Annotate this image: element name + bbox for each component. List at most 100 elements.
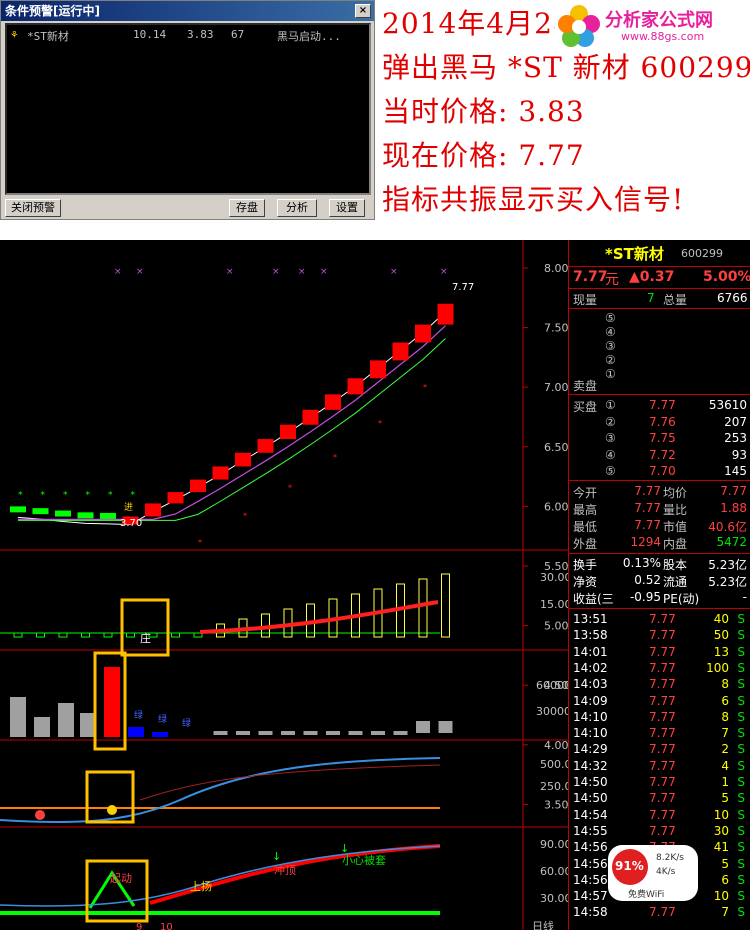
stat2-row-cell: PE(动) — [663, 592, 700, 606]
top-label: 冲顶 — [274, 863, 296, 877]
tick-row-cell: 14:55 — [573, 823, 608, 838]
analyze-button[interactable]: 分析 — [277, 199, 317, 217]
logo-url: www.88gs.com — [621, 30, 705, 43]
headline-now-price: 现在价格: 7.77 — [382, 139, 585, 172]
flower-logo-icon — [558, 5, 600, 47]
stat2-row-cell: 0.52 — [634, 573, 661, 587]
stat-row-cell: 7.77 — [634, 484, 661, 498]
tick-row-cell: 10 — [713, 807, 729, 822]
tick-row-cell: S — [737, 905, 745, 920]
caution-label: 小心被套 — [342, 854, 386, 867]
candle-down — [10, 506, 26, 513]
volume-bar — [371, 731, 385, 735]
last-price: 7.77 — [573, 269, 608, 285]
stat2-row-cell: -0.95 — [629, 590, 661, 604]
top-x-marker: × — [440, 267, 448, 277]
volume-bar — [104, 667, 120, 737]
price-change: ▲0.37 — [629, 269, 675, 285]
pct-change: 5.00% — [703, 269, 750, 285]
close-alert-button[interactable]: 关闭预警 — [5, 199, 61, 217]
tick-row-cell: 13:51 — [573, 612, 608, 626]
volume-bar — [258, 731, 273, 735]
save-button[interactable]: 存盘 — [229, 199, 265, 217]
bid-row: ⑤ 7.70 145 — [569, 463, 750, 481]
stat-row-cell: 市值 — [663, 520, 688, 534]
tick-row: 13:58 7.77 50 S — [569, 627, 750, 645]
candle-up — [190, 479, 206, 493]
tick-row: 14:58 7.77 7 S — [569, 904, 750, 922]
upload-speed: 8.2K/s — [656, 853, 684, 863]
alert-window-title: 条件预警[运行中] × — [1, 1, 374, 21]
rise-label: 上扬 — [190, 879, 212, 893]
ind1-bar — [418, 578, 428, 638]
wifi-widget[interactable]: 91% 8.2K/s 4K/s 免费WiFi — [608, 845, 698, 901]
stat-row-cell: 1294 — [630, 535, 661, 549]
total-volume: 6766 — [717, 291, 748, 305]
tick-row-cell: 14:57 — [573, 889, 608, 904]
tick-row-cell: 14:56 — [573, 872, 608, 887]
tick-row-cell: S — [737, 807, 745, 822]
stat-row: 外盘 1294 内盘 5472 — [569, 534, 750, 552]
price-tick-label: 3.50 — [544, 798, 569, 811]
tick-row-cell: 14:09 — [573, 693, 608, 708]
bid-row: ① 7.77 53610 — [569, 397, 750, 415]
red-dot-marker: * — [378, 419, 382, 428]
volume-bar — [416, 721, 430, 733]
vol-tick-label: 60000 — [536, 679, 571, 692]
volume-mark-label: 绿 — [158, 713, 167, 725]
list-item[interactable]: ⚘ *ST新材 10.14 3.83 67 黑马启动... — [7, 25, 369, 43]
tick-row-cell: 7.77 — [649, 791, 676, 806]
tick-row-cell: S — [737, 791, 745, 806]
tick-row-cell: 7.77 — [649, 644, 676, 659]
stat-row: 最低 7.77 市值 40.6亿 — [569, 517, 750, 535]
candle-up — [437, 303, 454, 325]
stat-row-cell: 均价 — [663, 486, 688, 500]
price-tick-label: 7.00 — [544, 381, 569, 394]
tick-row-cell: 1 — [721, 775, 729, 789]
close-button[interactable]: × — [355, 4, 371, 18]
logo-text: 分析家公式网 — [605, 10, 713, 31]
tick-row-cell: 7.77 — [649, 807, 676, 822]
tick-row-cell: S — [737, 709, 745, 724]
stat2-row-cell: - — [742, 590, 747, 604]
candle-down — [32, 508, 49, 515]
alert-list[interactable]: ⚘ *ST新材 10.14 3.83 67 黑马启动... — [5, 23, 371, 195]
stat2-row: 净资 0.52 流通 5.23亿 — [569, 572, 750, 590]
top-banner: 条件预警[运行中] × ⚘ *ST新材 10.14 3.83 67 黑马启动..… — [0, 0, 750, 230]
stat2-row: 换手 0.13% 股本 5.23亿 — [569, 555, 750, 573]
stat2-row-cell: 换手 — [573, 558, 598, 572]
vol-tick-label: 30000 — [536, 705, 571, 718]
bid-row-cell: 7.76 — [649, 414, 676, 429]
stat2-row-cell: 净资 — [573, 575, 598, 589]
price-tick-label: 7.50 — [544, 322, 569, 335]
top-x-marker: × — [390, 267, 398, 277]
bid-row-cell: ⑤ — [605, 464, 616, 478]
volume-bar — [58, 703, 74, 737]
top-x-marker: × — [114, 267, 122, 277]
settings-button[interactable]: 设置 — [329, 199, 365, 217]
ind1-tick-label: 30.00 — [540, 571, 572, 584]
tick-row-cell: 8 — [721, 709, 729, 724]
candle-up — [167, 492, 184, 504]
bid-row-cell: ① — [605, 398, 616, 412]
tick-row-cell: S — [737, 677, 745, 692]
tick-row-cell: 14:56 — [573, 856, 608, 871]
tick-row: 14:50 7.77 1 S — [569, 774, 750, 792]
headline-stock: 弹出黑马 *ST 新材 600299 — [382, 51, 750, 84]
volume-bar — [393, 731, 408, 735]
volume-bar — [152, 732, 168, 737]
candle-down — [100, 512, 116, 519]
tick-row-cell: 100 — [706, 660, 729, 675]
volume-bar — [281, 731, 295, 735]
tick-row-cell: S — [737, 628, 745, 643]
ind4-tick-label: 30.00 — [540, 892, 572, 905]
stat-row-cell: 最高 — [573, 503, 598, 517]
volume-bar — [236, 731, 250, 735]
tick-row-cell: 14:02 — [573, 660, 608, 675]
bid-row-cell: 7.77 — [649, 398, 676, 412]
red-dot-marker: * — [423, 383, 427, 392]
low-price-label: 3.70 — [120, 518, 142, 529]
ind1-bar — [441, 573, 450, 638]
value-2: 3.83 — [187, 28, 214, 41]
tick-row-cell: 14:10 — [573, 709, 608, 724]
